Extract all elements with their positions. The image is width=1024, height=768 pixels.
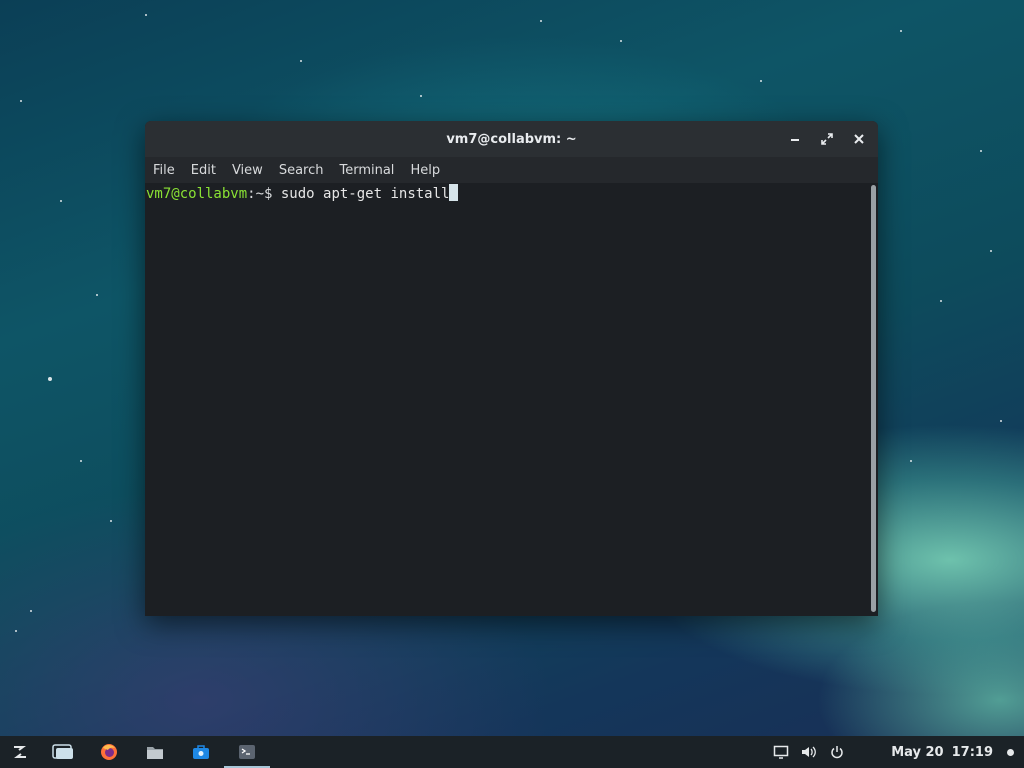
display-tray-button[interactable]	[767, 736, 795, 768]
menu-search[interactable]: Search	[273, 163, 330, 178]
firefox-icon	[101, 744, 117, 760]
menu-bar: File Edit View Search Terminal Help	[145, 157, 878, 183]
screen-icon	[773, 745, 789, 759]
software-store-icon	[193, 745, 209, 759]
menu-terminal[interactable]: Terminal	[333, 163, 400, 178]
zorin-menu-icon	[14, 746, 26, 758]
workspaces-button[interactable]	[40, 736, 86, 768]
terminal-icon	[239, 745, 255, 759]
firefox-button[interactable]	[86, 736, 132, 768]
terminal-window[interactable]: vm7@collabvm: ~ File Edit View Search Te…	[145, 121, 878, 616]
prompt-user: vm7@collabvm	[146, 186, 248, 202]
menu-file[interactable]: File	[147, 163, 181, 178]
command-text: sudo apt-get install	[272, 186, 450, 202]
window-controls	[784, 121, 870, 157]
app-menu-button[interactable]	[0, 736, 40, 768]
terminal-taskbar-button[interactable]	[224, 736, 270, 768]
text-cursor	[449, 184, 459, 201]
window-title: vm7@collabvm: ~	[446, 131, 577, 147]
maximize-button[interactable]	[816, 128, 838, 150]
workspaces-icon	[52, 744, 73, 759]
minimize-button[interactable]	[784, 128, 806, 150]
close-icon	[854, 134, 864, 144]
menu-edit[interactable]: Edit	[185, 163, 222, 178]
taskbar: May 20 17:19	[0, 736, 1024, 768]
close-button[interactable]	[848, 128, 870, 150]
terminal-line: vm7@collabvm:~$ sudo apt-get install	[146, 184, 878, 203]
menu-help[interactable]: Help	[404, 163, 446, 178]
files-icon	[147, 747, 163, 759]
power-tray-button[interactable]	[823, 736, 851, 768]
clock-time: 17:19	[951, 744, 993, 760]
window-titlebar[interactable]: vm7@collabvm: ~	[145, 121, 878, 157]
clock-date: May 20	[891, 744, 944, 760]
volume-icon	[802, 746, 817, 758]
maximize-icon	[821, 133, 833, 145]
terminal-scrollbar[interactable]	[871, 185, 876, 612]
volume-tray-button[interactable]	[795, 736, 823, 768]
software-store-button[interactable]	[178, 736, 224, 768]
power-icon	[831, 746, 843, 759]
terminal-output[interactable]: vm7@collabvm:~$ sudo apt-get install	[145, 183, 878, 616]
notification-indicator[interactable]	[1007, 748, 1014, 756]
clock[interactable]: May 20 17:19	[891, 745, 993, 760]
taskbar-launchers	[0, 736, 270, 768]
system-tray: May 20 17:19	[767, 736, 1024, 768]
files-button[interactable]	[132, 736, 178, 768]
minimize-icon	[791, 139, 799, 141]
menu-view[interactable]: View	[226, 163, 269, 178]
prompt-path: :~$	[247, 186, 273, 202]
